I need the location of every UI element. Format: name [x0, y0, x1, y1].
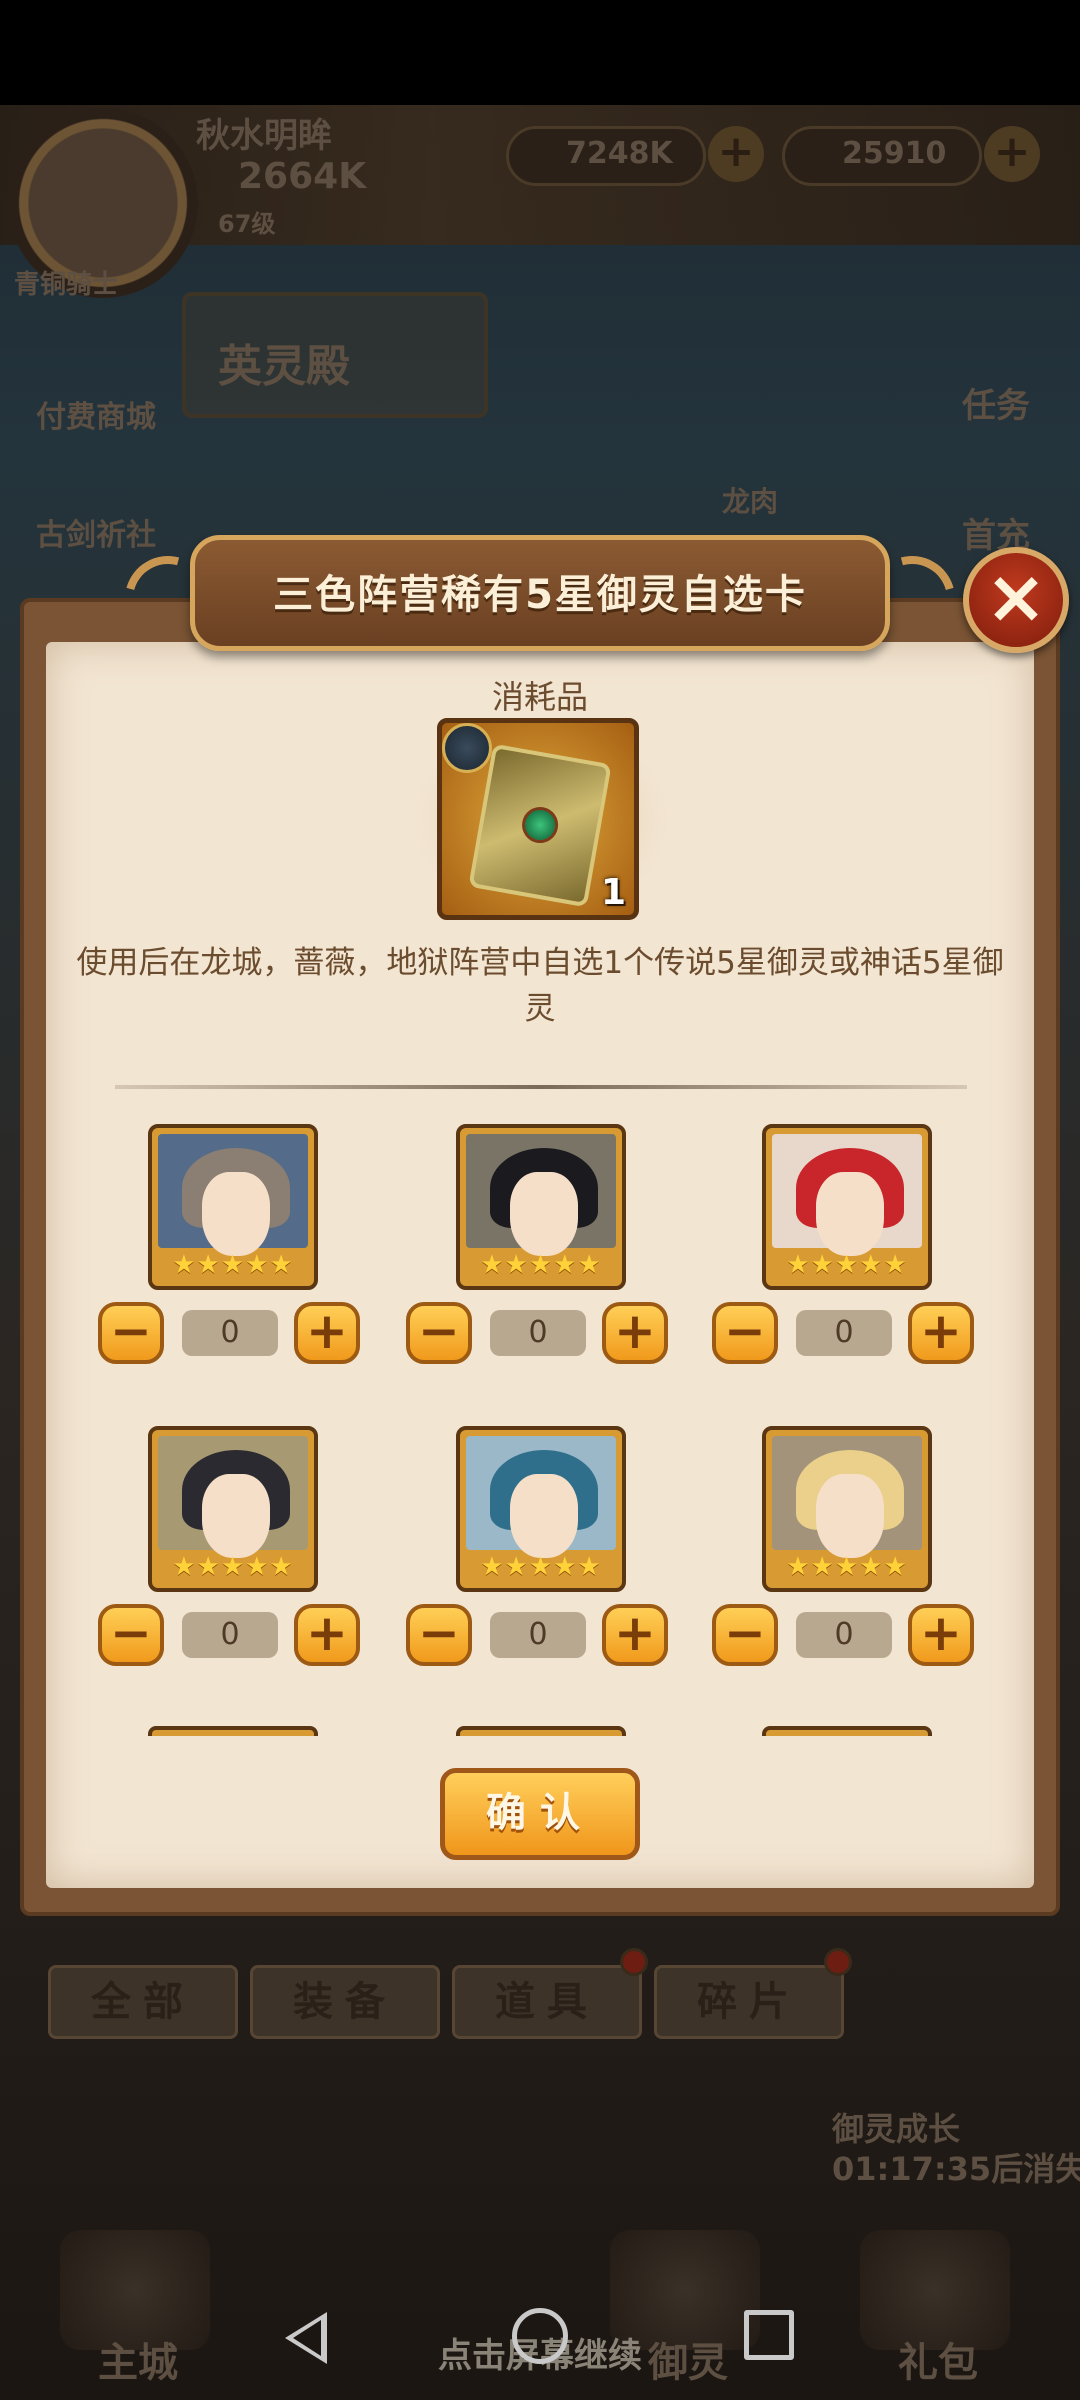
star-rating: ★★★★★: [480, 1552, 602, 1582]
hero-face: [816, 1474, 884, 1558]
hero-portrait[interactable]: ★★★★★: [456, 1426, 626, 1592]
system-nav-bar: [0, 2290, 1080, 2400]
hero-art: [772, 1436, 922, 1558]
increment-button[interactable]: +: [294, 1604, 360, 1666]
location-tag: 龙肉: [722, 485, 779, 518]
hero-portrait[interactable]: ★★★★★: [762, 1426, 932, 1592]
task-menu-label[interactable]: 任务: [962, 378, 1030, 427]
gold-value: 7248K: [566, 136, 673, 171]
decrement-button[interactable]: −: [712, 1302, 778, 1364]
faction-badge-icon: [442, 723, 492, 773]
hero-art: [772, 1134, 922, 1256]
star-rating: ★★★★★: [172, 1250, 294, 1280]
tab-fragments-notification-dot: [824, 1948, 852, 1976]
hero-face: [202, 1474, 270, 1558]
event-timer: 01:17:35后消失: [832, 2150, 1080, 2188]
dialog-title: 三色阵营稀有5星御灵自选卡: [273, 572, 807, 618]
hero-portrait[interactable]: ★★★★★: [762, 1124, 932, 1290]
hero-face: [816, 1172, 884, 1256]
quantity-value: 0: [796, 1612, 892, 1658]
hero-card-partial: [148, 1726, 318, 1736]
gem-value: 25910: [842, 136, 947, 171]
star-rating: ★★★★★: [480, 1250, 602, 1280]
tab-all[interactable]: 全部: [48, 1965, 238, 2039]
increment-button[interactable]: +: [294, 1302, 360, 1364]
add-gold-button[interactable]: +: [708, 126, 764, 182]
green-gem-icon: [519, 804, 561, 846]
hero-card-partial: [762, 1726, 932, 1736]
back-icon[interactable]: [285, 2312, 327, 2364]
decrement-button[interactable]: −: [98, 1604, 164, 1666]
shop-menu-label[interactable]: 付费商城: [36, 392, 156, 436]
tab-items[interactable]: 道具: [452, 1965, 642, 2039]
item-description: 使用后在龙城，蔷薇，地狱阵营中自选1个传说5星御灵或神话5星御灵: [76, 945, 1004, 1027]
confirm-button[interactable]: 确认: [440, 1768, 640, 1860]
home-icon[interactable]: [512, 2308, 568, 2364]
player-title-badge: 青铜骑士: [14, 270, 119, 300]
hero-face: [510, 1172, 578, 1256]
star-rating: ★★★★★: [786, 1552, 908, 1582]
hero-face: [202, 1172, 270, 1256]
quantity-value: 0: [182, 1612, 278, 1658]
hero-art: [466, 1436, 616, 1558]
decrement-button[interactable]: −: [406, 1302, 472, 1364]
item-category: 消耗品: [491, 678, 588, 716]
item-count: 1: [600, 872, 626, 913]
add-gem-button[interactable]: +: [984, 126, 1040, 182]
recent-apps-icon[interactable]: [744, 2310, 794, 2360]
player-name: 秋水明眸: [196, 116, 332, 156]
close-x-icon: ×: [984, 554, 1047, 640]
quantity-value: 0: [490, 1612, 586, 1658]
hero-art: [158, 1436, 308, 1558]
card-illustration: [468, 743, 612, 908]
increment-button[interactable]: +: [602, 1604, 668, 1666]
increment-button[interactable]: +: [908, 1604, 974, 1666]
player-level: 67级: [218, 210, 276, 238]
star-rating: ★★★★★: [172, 1552, 294, 1582]
guild-menu-label[interactable]: 古剑祈社: [36, 510, 156, 554]
tab-items-notification-dot: [620, 1948, 648, 1976]
hero-portrait[interactable]: ★★★★★: [148, 1426, 318, 1592]
quantity-value: 0: [182, 1310, 278, 1356]
divider: [115, 1085, 967, 1089]
tab-fragments[interactable]: 碎片: [654, 1965, 844, 2039]
player-power: 2664K: [238, 156, 367, 197]
quantity-value: 0: [796, 1310, 892, 1356]
decrement-button[interactable]: −: [98, 1302, 164, 1364]
close-button[interactable]: ×: [963, 547, 1069, 653]
hero-card-partial: [456, 1726, 626, 1736]
increment-button[interactable]: +: [908, 1302, 974, 1364]
hero-portrait[interactable]: ★★★★★: [148, 1124, 318, 1290]
hero-portrait[interactable]: ★★★★★: [456, 1124, 626, 1290]
selection-card-item-icon: 1: [437, 718, 639, 920]
increment-button[interactable]: +: [602, 1302, 668, 1364]
hero-art: [158, 1134, 308, 1256]
dialog-title-ribbon: 三色阵营稀有5星御灵自选卡: [190, 535, 890, 651]
hero-art: [466, 1134, 616, 1256]
quantity-value: 0: [490, 1310, 586, 1356]
decrement-button[interactable]: −: [712, 1604, 778, 1666]
banner-label: 英灵殿: [218, 341, 350, 392]
tab-equipment[interactable]: 装备: [250, 1965, 440, 2039]
hero-face: [510, 1474, 578, 1558]
decrement-button[interactable]: −: [406, 1604, 472, 1666]
star-rating: ★★★★★: [786, 1250, 908, 1280]
